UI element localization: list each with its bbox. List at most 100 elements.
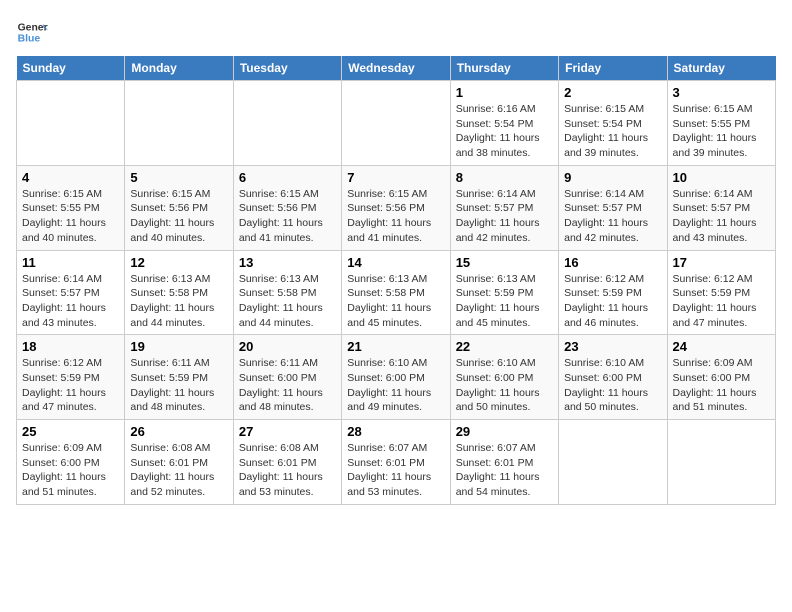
day-info: Sunrise: 6:13 AM Sunset: 5:59 PM Dayligh… <box>456 272 553 331</box>
day-number: 7 <box>347 170 444 185</box>
day-info: Sunrise: 6:08 AM Sunset: 6:01 PM Dayligh… <box>239 441 336 500</box>
day-number: 3 <box>673 85 770 100</box>
day-info: Sunrise: 6:13 AM Sunset: 5:58 PM Dayligh… <box>130 272 227 331</box>
week-row-5: 25 Sunrise: 6:09 AM Sunset: 6:00 PM Dayli… <box>17 420 776 505</box>
table-row: 25 Sunrise: 6:09 AM Sunset: 6:00 PM Dayli… <box>17 420 125 505</box>
day-number: 6 <box>239 170 336 185</box>
col-tuesday: Tuesday <box>233 56 341 81</box>
table-row: 19 Sunrise: 6:11 AM Sunset: 5:59 PM Dayli… <box>125 335 233 420</box>
day-number: 19 <box>130 339 227 354</box>
day-info: Sunrise: 6:15 AM Sunset: 5:54 PM Dayligh… <box>564 102 661 161</box>
day-info: Sunrise: 6:11 AM Sunset: 5:59 PM Dayligh… <box>130 356 227 415</box>
day-number: 26 <box>130 424 227 439</box>
day-number: 12 <box>130 255 227 270</box>
calendar-header-row: Sunday Monday Tuesday Wednesday Thursday… <box>17 56 776 81</box>
table-row: 26 Sunrise: 6:08 AM Sunset: 6:01 PM Dayli… <box>125 420 233 505</box>
day-info: Sunrise: 6:15 AM Sunset: 5:55 PM Dayligh… <box>673 102 770 161</box>
svg-text:Blue: Blue <box>18 34 41 45</box>
table-row: 4 Sunrise: 6:15 AM Sunset: 5:55 PM Daylig… <box>17 165 125 250</box>
day-number: 27 <box>239 424 336 439</box>
calendar-table: Sunday Monday Tuesday Wednesday Thursday… <box>16 56 776 505</box>
day-info: Sunrise: 6:10 AM Sunset: 6:00 PM Dayligh… <box>347 356 444 415</box>
day-info: Sunrise: 6:15 AM Sunset: 5:56 PM Dayligh… <box>239 187 336 246</box>
col-monday: Monday <box>125 56 233 81</box>
table-row: 17 Sunrise: 6:12 AM Sunset: 5:59 PM Dayli… <box>667 250 775 335</box>
day-number: 18 <box>22 339 119 354</box>
col-thursday: Thursday <box>450 56 558 81</box>
day-info: Sunrise: 6:11 AM Sunset: 6:00 PM Dayligh… <box>239 356 336 415</box>
day-number: 22 <box>456 339 553 354</box>
col-friday: Friday <box>559 56 667 81</box>
day-info: Sunrise: 6:08 AM Sunset: 6:01 PM Dayligh… <box>130 441 227 500</box>
svg-text:General: General <box>18 22 48 33</box>
table-row: 22 Sunrise: 6:10 AM Sunset: 6:00 PM Dayli… <box>450 335 558 420</box>
day-number: 10 <box>673 170 770 185</box>
table-row: 8 Sunrise: 6:14 AM Sunset: 5:57 PM Daylig… <box>450 165 558 250</box>
col-sunday: Sunday <box>17 56 125 81</box>
day-number: 17 <box>673 255 770 270</box>
table-row: 16 Sunrise: 6:12 AM Sunset: 5:59 PM Dayli… <box>559 250 667 335</box>
table-row: 21 Sunrise: 6:10 AM Sunset: 6:00 PM Dayli… <box>342 335 450 420</box>
table-row <box>125 81 233 166</box>
col-saturday: Saturday <box>667 56 775 81</box>
day-number: 5 <box>130 170 227 185</box>
day-number: 16 <box>564 255 661 270</box>
table-row: 2 Sunrise: 6:15 AM Sunset: 5:54 PM Daylig… <box>559 81 667 166</box>
table-row: 10 Sunrise: 6:14 AM Sunset: 5:57 PM Dayli… <box>667 165 775 250</box>
table-row <box>559 420 667 505</box>
day-info: Sunrise: 6:14 AM Sunset: 5:57 PM Dayligh… <box>564 187 661 246</box>
day-info: Sunrise: 6:14 AM Sunset: 5:57 PM Dayligh… <box>456 187 553 246</box>
day-number: 29 <box>456 424 553 439</box>
day-number: 21 <box>347 339 444 354</box>
table-row: 6 Sunrise: 6:15 AM Sunset: 5:56 PM Daylig… <box>233 165 341 250</box>
table-row: 11 Sunrise: 6:14 AM Sunset: 5:57 PM Dayli… <box>17 250 125 335</box>
day-info: Sunrise: 6:09 AM Sunset: 6:00 PM Dayligh… <box>22 441 119 500</box>
day-info: Sunrise: 6:15 AM Sunset: 5:55 PM Dayligh… <box>22 187 119 246</box>
week-row-2: 4 Sunrise: 6:15 AM Sunset: 5:55 PM Daylig… <box>17 165 776 250</box>
table-row: 5 Sunrise: 6:15 AM Sunset: 5:56 PM Daylig… <box>125 165 233 250</box>
table-row <box>233 81 341 166</box>
table-row: 20Sunrise: 6:11 AM Sunset: 6:00 PM Dayli… <box>233 335 341 420</box>
day-number: 11 <box>22 255 119 270</box>
table-row <box>342 81 450 166</box>
day-info: Sunrise: 6:10 AM Sunset: 6:00 PM Dayligh… <box>564 356 661 415</box>
table-row: 29 Sunrise: 6:07 AM Sunset: 6:01 PM Dayli… <box>450 420 558 505</box>
logo: General Blue <box>16 16 48 48</box>
day-info: Sunrise: 6:13 AM Sunset: 5:58 PM Dayligh… <box>347 272 444 331</box>
table-row: 12 Sunrise: 6:13 AM Sunset: 5:58 PM Dayli… <box>125 250 233 335</box>
week-row-3: 11 Sunrise: 6:14 AM Sunset: 5:57 PM Dayli… <box>17 250 776 335</box>
day-number: 9 <box>564 170 661 185</box>
day-info: Sunrise: 6:07 AM Sunset: 6:01 PM Dayligh… <box>456 441 553 500</box>
table-row: 15 Sunrise: 6:13 AM Sunset: 5:59 PM Dayli… <box>450 250 558 335</box>
day-number: 4 <box>22 170 119 185</box>
table-row: 7Sunrise: 6:15 AM Sunset: 5:56 PM Daylig… <box>342 165 450 250</box>
day-number: 15 <box>456 255 553 270</box>
table-row: 14Sunrise: 6:13 AM Sunset: 5:58 PM Dayli… <box>342 250 450 335</box>
day-info: Sunrise: 6:12 AM Sunset: 5:59 PM Dayligh… <box>673 272 770 331</box>
day-info: Sunrise: 6:14 AM Sunset: 5:57 PM Dayligh… <box>673 187 770 246</box>
table-row: 27 Sunrise: 6:08 AM Sunset: 6:01 PM Dayli… <box>233 420 341 505</box>
table-row: 9 Sunrise: 6:14 AM Sunset: 5:57 PM Daylig… <box>559 165 667 250</box>
day-number: 28 <box>347 424 444 439</box>
table-row: 24Sunrise: 6:09 AM Sunset: 6:00 PM Dayli… <box>667 335 775 420</box>
day-info: Sunrise: 6:15 AM Sunset: 5:56 PM Dayligh… <box>130 187 227 246</box>
week-row-1: 1Sunrise: 6:16 AM Sunset: 5:54 PM Daylig… <box>17 81 776 166</box>
day-info: Sunrise: 6:10 AM Sunset: 6:00 PM Dayligh… <box>456 356 553 415</box>
table-row: 13Sunrise: 6:13 AM Sunset: 5:58 PM Dayli… <box>233 250 341 335</box>
table-row: 28 Sunrise: 6:07 AM Sunset: 6:01 PM Dayli… <box>342 420 450 505</box>
day-info: Sunrise: 6:12 AM Sunset: 5:59 PM Dayligh… <box>22 356 119 415</box>
day-number: 2 <box>564 85 661 100</box>
header: General Blue <box>16 16 776 48</box>
table-row <box>667 420 775 505</box>
day-number: 23 <box>564 339 661 354</box>
day-info: Sunrise: 6:07 AM Sunset: 6:01 PM Dayligh… <box>347 441 444 500</box>
col-wednesday: Wednesday <box>342 56 450 81</box>
day-info: Sunrise: 6:13 AM Sunset: 5:58 PM Dayligh… <box>239 272 336 331</box>
day-info: Sunrise: 6:14 AM Sunset: 5:57 PM Dayligh… <box>22 272 119 331</box>
table-row: 23 Sunrise: 6:10 AM Sunset: 6:00 PM Dayli… <box>559 335 667 420</box>
table-row: 3 Sunrise: 6:15 AM Sunset: 5:55 PM Daylig… <box>667 81 775 166</box>
week-row-4: 18 Sunrise: 6:12 AM Sunset: 5:59 PM Dayli… <box>17 335 776 420</box>
day-info: Sunrise: 6:12 AM Sunset: 5:59 PM Dayligh… <box>564 272 661 331</box>
day-number: 8 <box>456 170 553 185</box>
day-number: 25 <box>22 424 119 439</box>
